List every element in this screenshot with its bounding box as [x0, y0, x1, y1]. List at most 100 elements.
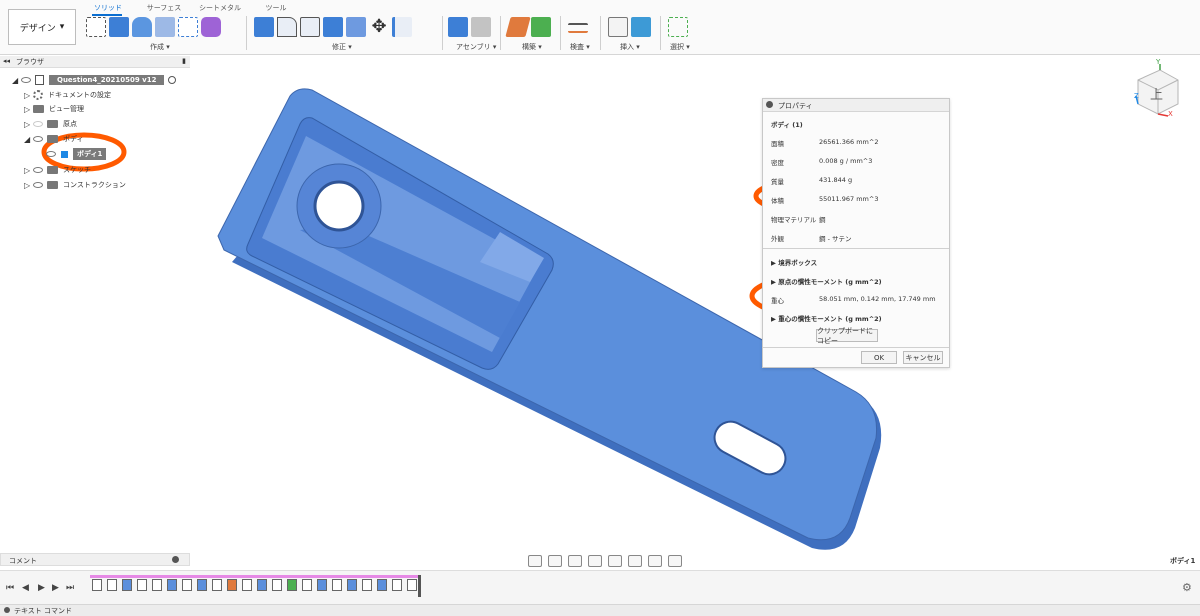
- body-3d-model[interactable]: [0, 0, 1200, 616]
- revolve-icon[interactable]: [132, 17, 152, 37]
- activate-icon[interactable]: [168, 76, 177, 84]
- timeline-feature[interactable]: [407, 579, 417, 591]
- tree-item-named-views[interactable]: ▷ ビュー管理: [24, 102, 84, 116]
- visibility-icon[interactable]: [46, 151, 56, 157]
- expand-icon[interactable]: ◢: [24, 135, 33, 144]
- grid-settings-icon[interactable]: [648, 554, 662, 567]
- visibility-icon[interactable]: [33, 182, 43, 188]
- offset-plane-icon[interactable]: [505, 17, 531, 37]
- create-sketch-icon[interactable]: [86, 17, 106, 37]
- tree-root[interactable]: ◢ Question4_20210509 v12: [12, 73, 177, 87]
- text-command-toggle-icon[interactable]: [4, 607, 10, 613]
- expand-icon[interactable]: ▷: [24, 120, 33, 129]
- timeline-feature[interactable]: [92, 579, 102, 591]
- visibility-icon[interactable]: [33, 167, 43, 173]
- expand-icon[interactable]: ▷: [24, 181, 33, 190]
- zoom-icon[interactable]: [588, 554, 602, 567]
- zoom-window-icon[interactable]: [608, 554, 622, 567]
- section-center-inertia[interactable]: ▶ 重心の慣性モーメント (g mm^2): [771, 313, 882, 323]
- timeline-feature[interactable]: [107, 579, 117, 591]
- assemble-menu[interactable]: アセンブリ ▾: [456, 42, 496, 52]
- expand-icon[interactable]: ▷: [24, 166, 33, 175]
- play-icon[interactable]: ▶: [38, 583, 45, 593]
- timeline-feature[interactable]: [167, 579, 177, 591]
- hole-icon[interactable]: [155, 17, 175, 37]
- timeline-feature[interactable]: [317, 579, 327, 591]
- shell-icon[interactable]: [323, 17, 343, 37]
- close-icon[interactable]: [766, 101, 773, 108]
- timeline-feature[interactable]: [392, 579, 402, 591]
- form-icon[interactable]: [201, 17, 221, 37]
- collapse-icon[interactable]: ◂◂: [3, 57, 10, 65]
- text-command-bar[interactable]: テキスト コマンド: [0, 604, 1200, 616]
- timeline-feature[interactable]: [212, 579, 222, 591]
- tab-sheetmetal[interactable]: シートメタル: [192, 3, 248, 15]
- timeline-feature[interactable]: [152, 579, 162, 591]
- go-to-end-icon[interactable]: ⏭: [66, 583, 74, 593]
- viewports-icon[interactable]: [668, 554, 682, 567]
- tree-item-sketches[interactable]: ▷ スケッチ: [24, 163, 91, 177]
- insert-svg-icon[interactable]: [608, 17, 628, 37]
- timeline-feature[interactable]: [182, 579, 192, 591]
- tab-surface[interactable]: サーフェス: [136, 3, 192, 15]
- timeline-feature[interactable]: [287, 579, 297, 591]
- joint-icon[interactable]: [471, 17, 491, 37]
- pan-icon[interactable]: [568, 554, 582, 567]
- pin-icon[interactable]: ▮: [182, 57, 186, 65]
- dialog-title-bar[interactable]: プロパティ: [763, 99, 949, 112]
- pattern-icon[interactable]: [178, 17, 198, 37]
- step-forward-icon[interactable]: ▶: [52, 583, 59, 593]
- timeline-feature[interactable]: [197, 579, 207, 591]
- chamfer-icon[interactable]: [300, 17, 320, 37]
- timeline-feature[interactable]: [347, 579, 357, 591]
- expand-icon[interactable]: ▷: [24, 105, 33, 114]
- combine-icon[interactable]: [346, 17, 366, 37]
- timeline-feature[interactable]: [377, 579, 387, 591]
- select-menu[interactable]: 選択 ▾: [670, 42, 690, 52]
- construct-menu[interactable]: 構築 ▾: [522, 42, 542, 52]
- measure-icon[interactable]: [568, 23, 588, 33]
- cancel-button[interactable]: キャンセル: [903, 351, 943, 364]
- section-bounding-box[interactable]: ▶ 境界ボックス: [771, 257, 817, 267]
- timeline-track[interactable]: [90, 575, 420, 578]
- insert-menu[interactable]: 挿入 ▾: [620, 42, 640, 52]
- tree-item-document-settings[interactable]: ▷ ドキュメントの設定: [24, 88, 111, 102]
- gear-icon[interactable]: ⚙: [1182, 581, 1192, 594]
- ok-button[interactable]: OK: [861, 351, 897, 364]
- orbit-icon[interactable]: [528, 554, 542, 567]
- timeline-feature[interactable]: [122, 579, 132, 591]
- viewcube-face-label[interactable]: 上: [1150, 84, 1163, 103]
- tree-item-body1[interactable]: ボディ1: [46, 147, 107, 161]
- workspace-dropdown[interactable]: デザイン ▾: [8, 9, 76, 45]
- step-back-icon[interactable]: ◀: [22, 583, 29, 593]
- align-icon[interactable]: [392, 17, 412, 37]
- display-settings-icon[interactable]: [628, 554, 642, 567]
- visibility-icon[interactable]: [33, 136, 43, 142]
- tree-item-construction[interactable]: ▷ コンストラクション: [24, 178, 126, 192]
- inspect-menu[interactable]: 検査 ▾: [570, 42, 590, 52]
- insert-image-icon[interactable]: [631, 17, 651, 37]
- timeline-marker[interactable]: [418, 575, 421, 597]
- expand-icon[interactable]: ▷: [24, 91, 33, 100]
- expand-icon[interactable]: ◢: [12, 76, 21, 85]
- create-menu[interactable]: 作成 ▾: [150, 42, 170, 52]
- new-component-icon[interactable]: [448, 17, 468, 37]
- visibility-icon[interactable]: [33, 121, 43, 127]
- timeline-feature[interactable]: [257, 579, 267, 591]
- tab-tools[interactable]: ツール: [248, 3, 304, 15]
- fillet-icon[interactable]: [277, 17, 297, 37]
- section-origin-inertia[interactable]: ▶ 原点の慣性モーメント (g mm^2): [771, 276, 882, 286]
- move-icon[interactable]: ✥: [369, 17, 389, 37]
- tree-item-origin[interactable]: ▷ 原点: [24, 117, 77, 131]
- look-at-icon[interactable]: [548, 554, 562, 567]
- timeline-feature[interactable]: [302, 579, 312, 591]
- press-pull-icon[interactable]: [254, 17, 274, 37]
- go-to-start-icon[interactable]: ⏮: [6, 583, 14, 593]
- modify-menu[interactable]: 修正 ▾: [332, 42, 352, 52]
- copy-to-clipboard-button[interactable]: クリップボードにコピー: [816, 327, 878, 345]
- extrude-icon[interactable]: [109, 17, 129, 37]
- timeline-feature[interactable]: [272, 579, 282, 591]
- select-icon[interactable]: [668, 17, 688, 37]
- add-comment-icon[interactable]: [172, 556, 179, 563]
- timeline-feature[interactable]: [362, 579, 372, 591]
